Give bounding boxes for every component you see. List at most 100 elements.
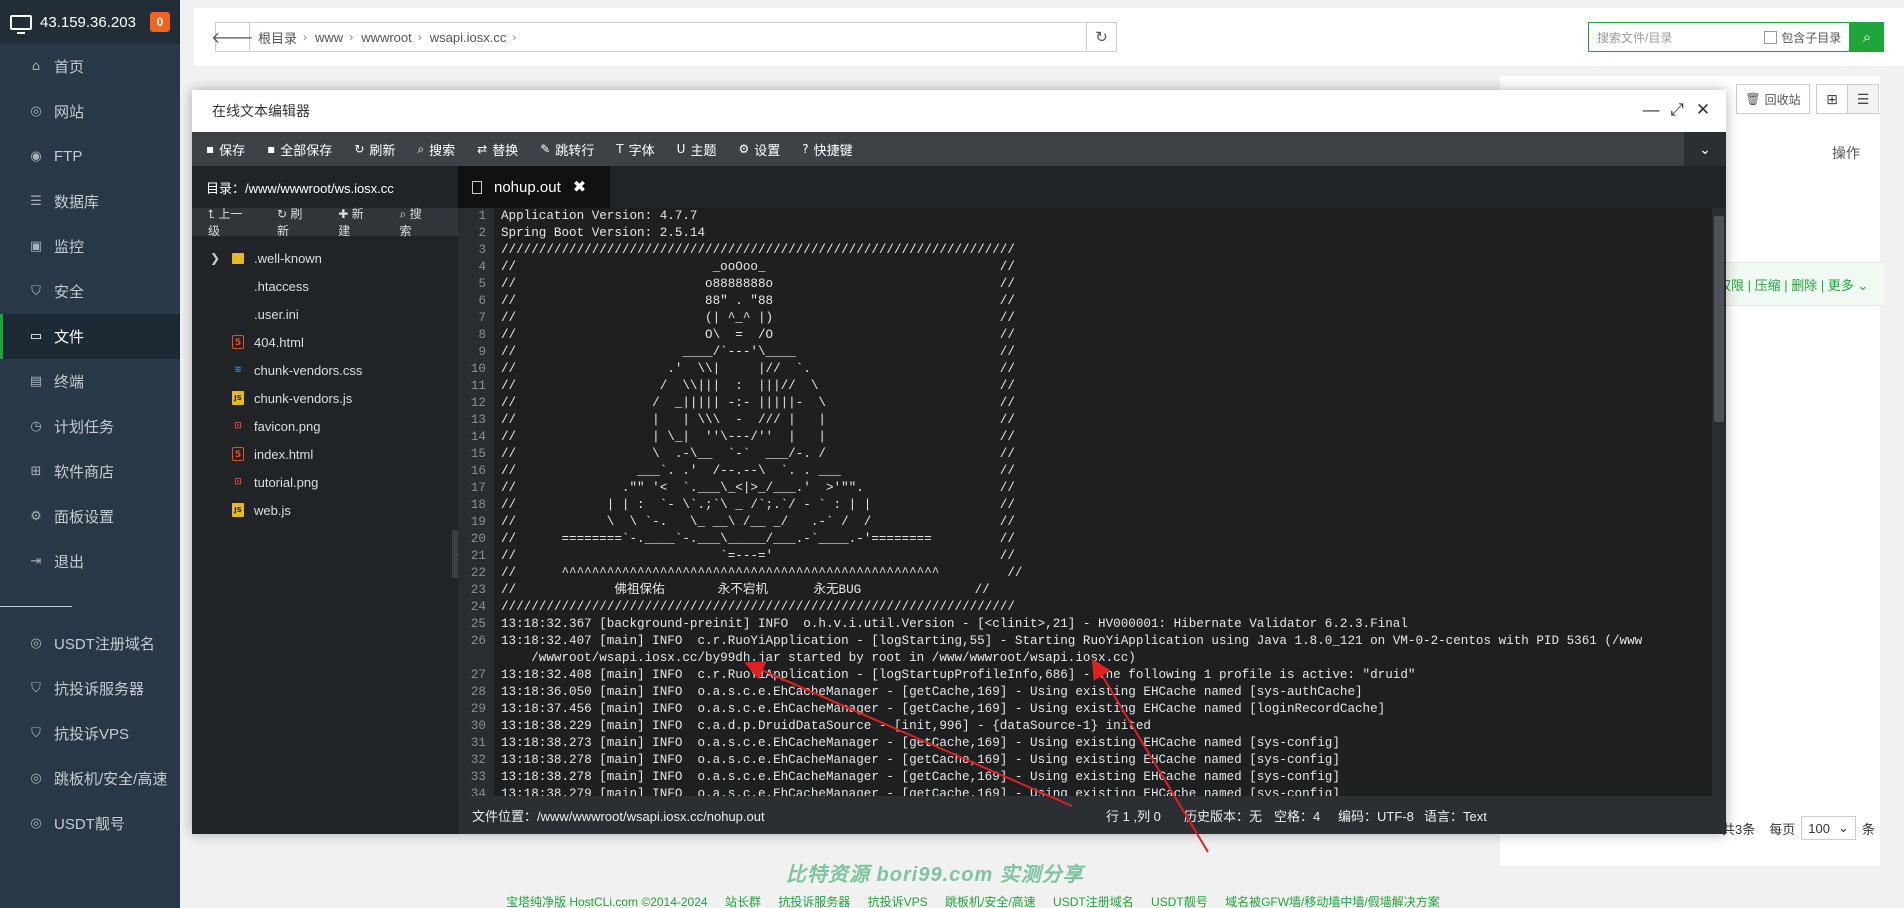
- code-line[interactable]: 4 // _ooOoo_ //: [458, 259, 1708, 276]
- grid-view-button[interactable]: ⊞: [1816, 84, 1848, 114]
- replace-button[interactable]: ⇄ 替换: [477, 140, 518, 159]
- indent-setting[interactable]: 空格：4: [1274, 806, 1320, 825]
- code-line[interactable]: 25 13:18:32.367 [background-preinit] INFO…: [458, 616, 1708, 633]
- row-action-links[interactable]: 权限 | 压缩 | 删除 | 更多: [1718, 278, 1854, 293]
- code-line[interactable]: 14 // | \_| ''\---/'' | | //: [458, 429, 1708, 446]
- sidebar-item-settings[interactable]: ⚙ 面板设置: [0, 494, 180, 539]
- code-line[interactable]: 30 13:18:38.229 [main] INFO c.a.d.p.Druid…: [458, 718, 1708, 735]
- file-item[interactable]: 5 index.html: [192, 440, 458, 468]
- sidebar-item-server[interactable]: ⛉ 抗投诉服务器: [0, 666, 180, 711]
- code-line[interactable]: 9 // ____/`---'\____ //: [458, 344, 1708, 361]
- code-line[interactable]: 5 // o8888888o //: [458, 276, 1708, 293]
- chevron-right-icon[interactable]: ❯: [210, 251, 220, 265]
- file-item[interactable]: JS chunk-vendors.js: [192, 384, 458, 412]
- close-icon[interactable]: ✕: [1692, 100, 1714, 120]
- go-up-button[interactable]: ⮤ 上一级: [208, 205, 261, 239]
- sidebar-item-ftp[interactable]: ◉ FTP: [0, 134, 180, 179]
- code-line[interactable]: 7 // (| ^_^ |) //: [458, 310, 1708, 327]
- breadcrumb-wwwroot[interactable]: wwwroot: [353, 30, 418, 45]
- code-line[interactable]: 33 13:18:38.278 [main] INFO o.a.s.c.e.EhC…: [458, 769, 1708, 786]
- sidebar-item-home[interactable]: ⌂ 首页: [0, 44, 180, 89]
- font-button[interactable]: T 字体: [616, 140, 654, 159]
- footer-link[interactable]: USDT注册域名: [1053, 895, 1134, 908]
- scrollbar-thumb[interactable]: [1714, 216, 1724, 422]
- code-line[interactable]: 6 // 88" . "88 //: [458, 293, 1708, 310]
- code-line[interactable]: 3 ///////////////////////////////////////…: [458, 242, 1708, 259]
- close-tab-icon[interactable]: ✖: [573, 177, 586, 197]
- recycle-bin-button[interactable]: 🗑 回收站: [1736, 84, 1810, 114]
- theme-button[interactable]: U 主题: [677, 140, 717, 159]
- refresh-icon[interactable]: ↻: [1086, 23, 1116, 51]
- minimize-icon[interactable]: —: [1640, 100, 1662, 120]
- code-line[interactable]: 10 // .' \\| |// `. //: [458, 361, 1708, 378]
- footer-link[interactable]: 跳板机/安全/高速: [945, 895, 1036, 908]
- code-line[interactable]: 26 13:18:32.407 [main] INFO c.r.RuoYiAppl…: [458, 633, 1708, 650]
- footer-copyright[interactable]: 宝塔纯净版 HostCLi.com ©2014-2024: [506, 895, 708, 908]
- refresh-button[interactable]: ↻ 刷新: [354, 140, 395, 159]
- save-button[interactable]: ▪ 保存: [206, 140, 245, 159]
- code-line[interactable]: 18 // | | : `- \`.;`\ _ /`;.`/ - ` : | | …: [458, 497, 1708, 514]
- save-all-button[interactable]: ▪ 全部保存: [267, 140, 332, 159]
- language-setting[interactable]: 语言：Text: [1424, 806, 1487, 825]
- code-line[interactable]: 22 // ^^^^^^^^^^^^^^^^^^^^^^^^^^^^^^^^^^^…: [458, 565, 1708, 582]
- file-item[interactable]: ⊡ tutorial.png: [192, 468, 458, 496]
- new-file-button[interactable]: ✚ 新建: [338, 205, 383, 239]
- shortcuts-button[interactable]: ? 快捷键: [802, 140, 852, 159]
- toolbar-collapse-button[interactable]: ⌄: [1684, 132, 1726, 166]
- tab-nohup-out[interactable]: nohup.out ✖: [458, 166, 610, 208]
- code-line[interactable]: 1 Application Version: 4.7.7: [458, 208, 1708, 225]
- sidebar-item-monitor[interactable]: ▣ 监控: [0, 224, 180, 269]
- file-item[interactable]: ≋ chunk-vendors.css: [192, 356, 458, 384]
- code-line[interactable]: 28 13:18:36.050 [main] INFO o.a.s.c.e.EhC…: [458, 684, 1708, 701]
- maximize-icon[interactable]: ⤢: [1666, 100, 1688, 120]
- sidebar-item-store[interactable]: ⊞ 软件商店: [0, 449, 180, 494]
- sidebar-item-jump[interactable]: ◎ 跳板机/安全/高速: [0, 756, 180, 801]
- sidebar-item-cron[interactable]: ◷ 计划任务: [0, 404, 180, 449]
- footer-link[interactable]: USDT靓号: [1151, 895, 1208, 908]
- row-actions[interactable]: 权限 | 压缩 | 删除 | 更多 ⌄: [1718, 275, 1868, 294]
- sidebar-item-usdt-domain[interactable]: ◎ USDT注册域名: [0, 621, 180, 666]
- breadcrumb-root[interactable]: 根目录: [250, 28, 303, 47]
- code-line[interactable]: 27 13:18:32.408 [main] INFO c.r.RuoYiAppl…: [458, 667, 1708, 684]
- encoding-setting[interactable]: 编码：UTF-8: [1338, 806, 1414, 825]
- notification-badge[interactable]: 0: [150, 12, 170, 32]
- code-line[interactable]: /wwwroot/wsapi.iosx.cc/by99dh.jar starte…: [458, 650, 1708, 667]
- file-item[interactable]: .user.ini: [192, 300, 458, 328]
- code-line[interactable]: 29 13:18:37.456 [main] INFO o.a.s.c.e.EhC…: [458, 701, 1708, 718]
- search-input[interactable]: 搜索文件/目录 包含子目录: [1588, 22, 1851, 52]
- sidebar-item-terminal[interactable]: ▤ 终端: [0, 359, 180, 404]
- breadcrumb-site[interactable]: wsapi.iosx.cc: [422, 30, 513, 45]
- back-icon[interactable]: 🡐: [211, 23, 254, 51]
- footer-link[interactable]: 抗投诉VPS: [868, 895, 928, 908]
- footer-link[interactable]: 站长群: [725, 895, 761, 908]
- code-line[interactable]: 11 // / \\||| : |||// \ //: [458, 378, 1708, 395]
- sidebar-item-files[interactable]: ▭ 文件: [0, 314, 180, 359]
- code-line[interactable]: 19 // \ \ `-. \_ __\ /__ _/ .-` / / //: [458, 514, 1708, 531]
- code-line[interactable]: 32 13:18:38.278 [main] INFO o.a.s.c.e.EhC…: [458, 752, 1708, 769]
- code-line[interactable]: 34 13:18:38.279 [main] INFO o.a.s.c.e.EhC…: [458, 786, 1708, 796]
- page-size-select[interactable]: 100 ⌄: [1801, 816, 1856, 840]
- vertical-scrollbar[interactable]: [1712, 208, 1726, 796]
- history-version[interactable]: 历史版本：无: [1184, 806, 1262, 825]
- subdir-checkbox[interactable]: 包含子目录: [1764, 29, 1841, 46]
- sidebar-item-website[interactable]: ◎ 网站: [0, 89, 180, 134]
- code-line[interactable]: 20 // ========`-.____`-.___\_____/___.-`_…: [458, 531, 1708, 548]
- code-line[interactable]: 2 Spring Boot Version: 2.5.14: [458, 225, 1708, 242]
- file-item[interactable]: ⊡ favicon.png: [192, 412, 458, 440]
- search-button[interactable]: ⌕ 搜索: [417, 140, 455, 159]
- tree-search-button[interactable]: ⌕ 搜索: [400, 205, 442, 239]
- code-line[interactable]: 15 // \ .-\__ `-` ___/-. / //: [458, 446, 1708, 463]
- file-item[interactable]: .htaccess: [192, 272, 458, 300]
- file-item-folder[interactable]: ❯ .well-known: [192, 244, 458, 272]
- sidebar-item-database[interactable]: ☰ 数据库: [0, 179, 180, 224]
- goto-line-button[interactable]: ✎ 跳转行: [540, 140, 594, 159]
- search-button[interactable]: ⌕: [1850, 22, 1884, 52]
- code-line[interactable]: 8 // O\ = /O //: [458, 327, 1708, 344]
- code-line[interactable]: 12 // / _||||| -:- |||||- \ //: [458, 395, 1708, 412]
- code-area[interactable]: 1 Application Version: 4.7.7 2 Spring Boot …: [458, 208, 1726, 796]
- list-view-button[interactable]: ☰: [1847, 84, 1879, 114]
- code-line[interactable]: 13 // | | \\\ - /// | | //: [458, 412, 1708, 429]
- file-item[interactable]: JS web.js: [192, 496, 458, 524]
- sidebar-item-security[interactable]: ⛉ 安全: [0, 269, 180, 314]
- code-lines[interactable]: 1 Application Version: 4.7.7 2 Spring Boot …: [458, 208, 1708, 796]
